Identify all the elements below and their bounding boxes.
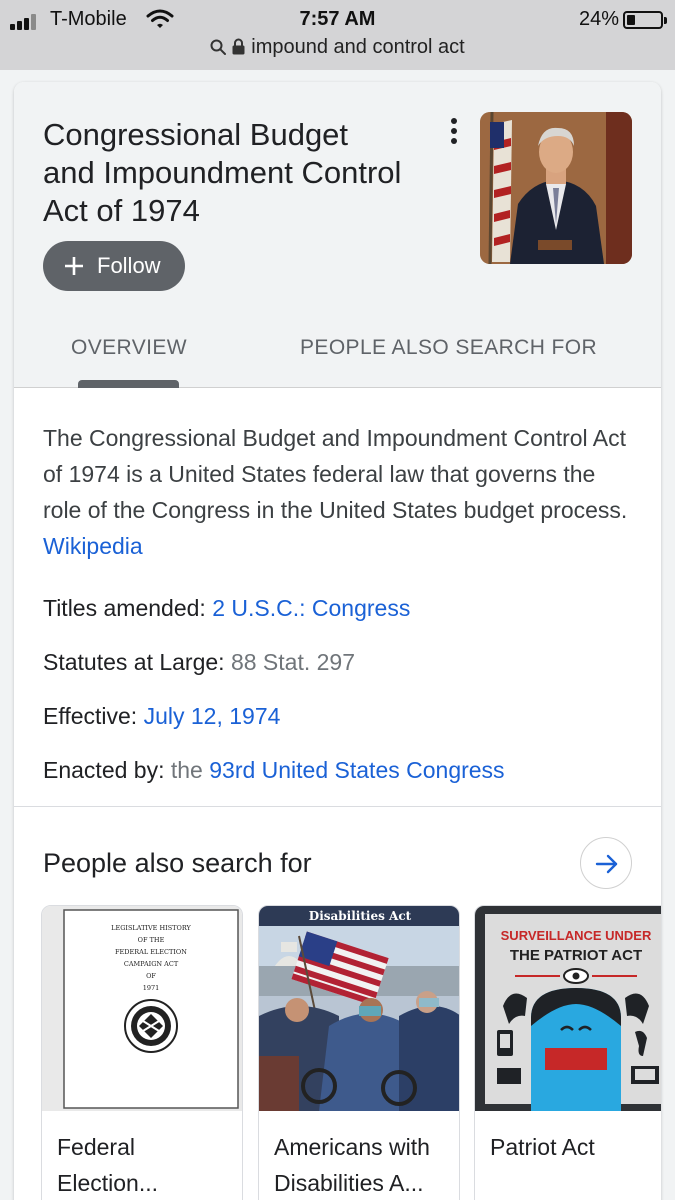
arrow-right-icon (595, 854, 618, 874)
battery-percent: 24% (578, 8, 619, 30)
search-icon (210, 39, 227, 55)
entity-title: Congressional Budget and Impoundment Con… (43, 117, 402, 228)
fact-value-link[interactable]: July 12, 1974 (144, 703, 281, 729)
fact-value: 88 Stat. 297 (230, 649, 355, 675)
related-card-label: Americans with Disabilities A... (274, 1134, 430, 1196)
eye-icon (563, 968, 589, 984)
entity-description: The Congressional Budget and Impoundment… (43, 420, 633, 564)
cover-line: 1971 (143, 984, 160, 992)
related-card-patriot-act[interactable]: SURVEILLANCE UNDER THE PATRIOT ACT Patri… (474, 905, 661, 1200)
fact-effective: Effective: July 12, 1974 (43, 703, 280, 730)
knowledge-panel: Congressional Budget and Impoundment Con… (14, 82, 661, 1200)
cover-line: CAMPAIGN ACT (124, 960, 179, 968)
patriot-act-illustration: SURVEILLANCE UNDER THE PATRIOT ACT (475, 906, 661, 1111)
fact-prefix: the (170, 757, 210, 783)
address-bar[interactable]: impound and control act (0, 36, 675, 59)
see-more-button[interactable] (580, 837, 632, 889)
status-time: 7:57 AM (299, 8, 376, 30)
tab-overview[interactable]: OVERVIEW (71, 336, 187, 360)
wikipedia-link[interactable]: Wikipedia (43, 533, 143, 559)
related-card-americans-with-disabilities[interactable]: Disabilities Act Americans with Disabili… (258, 905, 460, 1200)
illustration-headline-2: THE PATRIOT ACT (510, 947, 642, 964)
fact-value-link[interactable]: 93rd United States Congress (209, 757, 504, 783)
cover-line: LEGISLATIVE HISTORY (111, 924, 191, 932)
fact-titles-amended: Titles amended: 2 U.S.C.: Congress (43, 595, 410, 622)
cover-line: OF (146, 972, 156, 980)
related-card-label: Patriot Act (490, 1134, 595, 1160)
photo-caption: Disabilities Act (309, 909, 412, 923)
fact-label: Enacted by: (43, 757, 171, 783)
more-options-icon[interactable] (446, 116, 462, 146)
related-card-label: Federal Election... (57, 1134, 158, 1196)
related-card-federal-election[interactable]: LEGISLATIVE HISTORY OF THE FEDERAL ELECT… (41, 905, 243, 1200)
entity-thumbnail[interactable] (480, 112, 632, 264)
fact-enacted-by: Enacted by: the 93rd United States Congr… (43, 757, 505, 784)
follow-label: Follow (97, 253, 161, 278)
plus-icon (65, 257, 83, 275)
section-divider (14, 806, 661, 807)
active-tab-indicator (78, 380, 179, 388)
follow-button[interactable]: Follow (43, 241, 185, 291)
illustration-headline-1: SURVEILLANCE UNDER (501, 928, 652, 943)
description-text: The Congressional Budget and Impoundment… (43, 425, 628, 523)
fact-label: Effective: (43, 703, 144, 729)
people-also-search-title: People also search for (43, 848, 312, 878)
browser-top-bar: T-Mobile 7:57 AM 24% impound and control… (0, 0, 675, 70)
knowledge-panel-header: Congressional Budget and Impoundment Con… (14, 82, 661, 388)
tab-people-also-search-for[interactable]: PEOPLE ALSO SEARCH FOR (300, 336, 597, 360)
status-bar: T-Mobile 7:57 AM 24% (0, 6, 675, 34)
battery-icon (623, 11, 667, 29)
address-query: impound and control act (251, 36, 465, 58)
portrait-photo (480, 112, 632, 264)
seal-icon (124, 999, 178, 1053)
protest-photo: Disabilities Act (259, 906, 459, 1111)
cover-line: FEDERAL ELECTION (115, 948, 187, 956)
fact-statutes-at-large: Statutes at Large: 88 Stat. 297 (43, 649, 355, 676)
fact-label: Titles amended: (43, 595, 213, 621)
document-cover-image: LEGISLATIVE HISTORY OF THE FEDERAL ELECT… (42, 906, 242, 1111)
lock-icon (232, 38, 245, 55)
fact-label: Statutes at Large: (43, 649, 231, 675)
fact-value-link[interactable]: 2 U.S.C.: Congress (212, 595, 410, 621)
cover-line: OF THE (138, 936, 165, 944)
